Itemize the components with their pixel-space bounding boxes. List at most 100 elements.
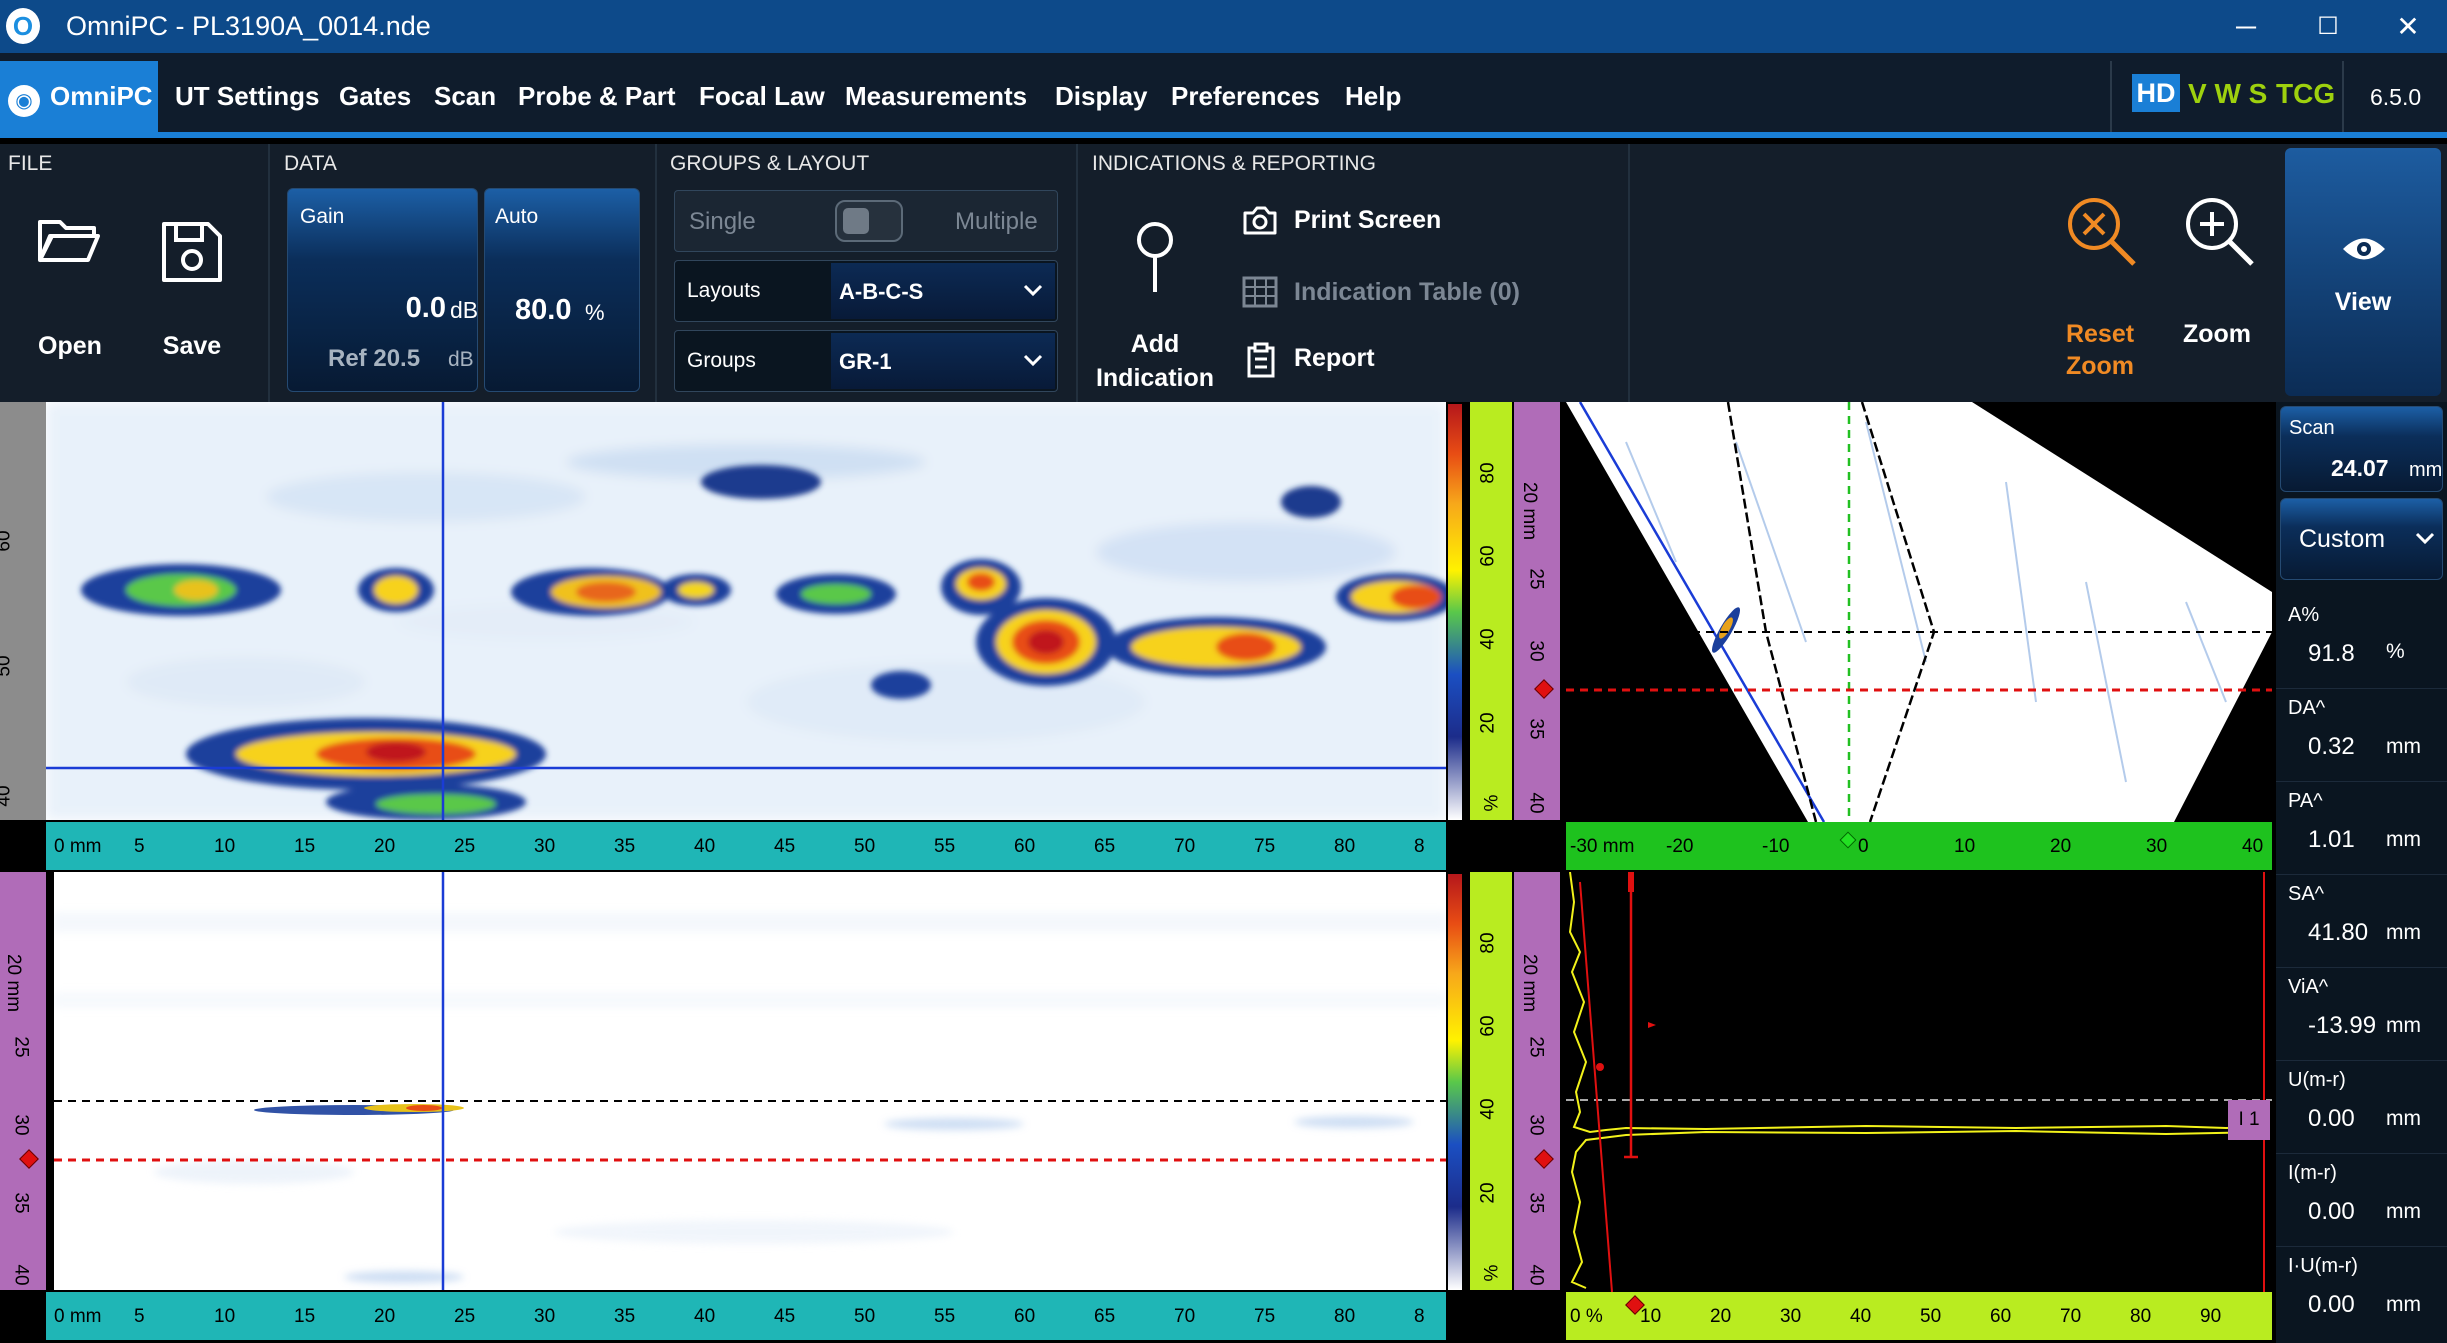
amplitude-color-scale: [1448, 404, 1462, 820]
indication-table-label: Indication Table (0): [1294, 278, 1520, 306]
ascan-view[interactable]: [1566, 872, 2272, 1292]
scan-axis-tick: 50: [854, 1306, 876, 1327]
depth-tick: 40: [1525, 1264, 1547, 1286]
version-label: 6.5.0: [2370, 84, 2422, 110]
readout-divider: [2276, 1246, 2447, 1247]
scan-axis-tick: 80: [1334, 836, 1356, 857]
chevron-down-icon: [1023, 354, 1043, 367]
gain-card[interactable]: Gain 0.0 dB Ref 20.5 dB: [287, 188, 478, 392]
cscan-index-ruler[interactable]: [0, 402, 46, 820]
amplitude-axis-tick: 20: [1710, 1306, 1732, 1327]
chevron-down-icon: [1023, 284, 1043, 297]
readout-mode-select[interactable]: Custom: [2280, 498, 2443, 580]
reset-zoom-button[interactable]: Reset Zoom: [2052, 190, 2148, 390]
ribbon-separator: [1628, 144, 1630, 402]
save-icon: [162, 222, 222, 282]
amplitude-axis-ruler[interactable]: 0 % 10 20 30 40 50 60 70 80 90: [1566, 1292, 2272, 1340]
single-multiple-toggle[interactable]: Single Multiple: [674, 190, 1058, 252]
camera-icon: [1243, 206, 1277, 235]
menu-help[interactable]: Help: [1345, 81, 1401, 112]
menu-gates[interactable]: Gates: [339, 81, 411, 112]
menu-probe-part[interactable]: Probe & Part: [518, 81, 676, 112]
readout-unit-iu: mm: [2386, 1293, 2421, 1316]
close-button[interactable]: ✕: [2378, 8, 2438, 46]
view-label: View: [2334, 288, 2392, 316]
groups-value-box: GR-1: [831, 333, 1055, 389]
add-indication-button[interactable]: Add Indication: [1090, 210, 1220, 400]
cscan-index-tick: 40: [0, 785, 15, 807]
menu-measurements[interactable]: Measurements: [845, 81, 1027, 112]
readout-mode-value: Custom: [2299, 525, 2386, 553]
layouts-label: Layouts: [687, 279, 761, 302]
zoom-button[interactable]: Zoom: [2172, 190, 2262, 360]
print-screen-button[interactable]: Print Screen: [1240, 200, 1480, 244]
scan-axis-tick: 10: [214, 836, 236, 857]
bscan-depth-ruler[interactable]: [0, 872, 46, 1290]
scan-axis-tick: 75: [1254, 1306, 1276, 1327]
scan-axis-tick: 40: [694, 1306, 716, 1327]
eye-icon: [2343, 238, 2385, 260]
scan-axis-ruler[interactable]: 0 mm 5 10 15 20 25 30 35 40 45 50 55 60 65 70 75 80 8: [46, 1292, 1446, 1340]
minimize-button[interactable]: ─: [2216, 8, 2276, 46]
readout-unit-a: %: [2386, 640, 2405, 663]
amp-tick: 40: [1477, 628, 1499, 650]
zoom-in-icon: [2186, 198, 2254, 266]
auto-gain-card[interactable]: Auto 80.0 %: [484, 188, 640, 392]
menu-bar: ◉ OmniPC UT Settings Gates Scan Probe & …: [0, 53, 2447, 138]
scan-axis-tick: 45: [774, 836, 796, 857]
menu-scan[interactable]: Scan: [434, 81, 496, 112]
amp-tick: 80: [1477, 932, 1499, 954]
amp-tick: 40: [1477, 1098, 1499, 1120]
ribbon-separator: [655, 144, 657, 402]
scan-axis-ruler[interactable]: 0 mm 5 10 15 20 25 30 35 40 45 50 55 60 65 70 75 80 8: [46, 822, 1446, 870]
readout-divider: [2276, 781, 2447, 782]
scan-position-card[interactable]: Scan 24.07 mm: [2280, 406, 2443, 492]
scan-axis-tick: 75: [1254, 836, 1276, 857]
scan-axis-tick: 60: [1014, 1306, 1036, 1327]
depth-ruler[interactable]: [1514, 872, 1560, 1290]
index-axis-tick: -30 mm: [1570, 836, 1635, 857]
index-axis-ruler[interactable]: -30 mm -20 -10 0 10 20 30 40: [1566, 822, 2272, 870]
groups-label: Groups: [687, 349, 756, 372]
menu-ut-settings[interactable]: UT Settings: [175, 81, 319, 112]
layouts-select[interactable]: Layouts A-B-C-S: [674, 260, 1058, 322]
amplitude-axis-tick: 10: [1640, 1306, 1662, 1327]
scan-axis-tick: 55: [934, 1306, 956, 1327]
open-button[interactable]: Open: [30, 210, 110, 370]
indication-table-button[interactable]: Indication Table (0): [1240, 270, 1540, 314]
save-button[interactable]: Save: [152, 210, 232, 370]
maximize-button[interactable]: ☐: [2298, 8, 2358, 46]
amplitude-axis-tick: 90: [2200, 1306, 2222, 1327]
menu-display[interactable]: Display: [1055, 81, 1148, 112]
scan-unit: mm: [2409, 459, 2443, 481]
depth-tick: 20 mm: [1519, 481, 1541, 541]
ribbon-separator: [268, 144, 270, 402]
auto-label: Auto: [495, 205, 539, 228]
depth-tick: 40: [1525, 792, 1547, 814]
report-button[interactable]: Report: [1240, 338, 1440, 382]
file-section-title: FILE: [8, 152, 53, 175]
groups-select[interactable]: Groups GR-1: [674, 330, 1058, 392]
readout-divider: [2276, 1153, 2447, 1154]
menu-focal-law[interactable]: Focal Law: [699, 81, 825, 112]
depth-ruler[interactable]: [1514, 402, 1560, 820]
menu-omnipc[interactable]: ◉ OmniPC: [0, 61, 158, 132]
bscan-view[interactable]: [54, 872, 1446, 1290]
ref-gain-label: Ref 20.5: [328, 345, 421, 372]
toggle-switch[interactable]: [835, 200, 903, 242]
index-axis-tick: 0: [1858, 836, 1869, 857]
readout-unit-u: mm: [2386, 1107, 2421, 1130]
view-button[interactable]: View: [2285, 148, 2441, 396]
cscan-view[interactable]: [46, 402, 1446, 820]
print-screen-label: Print Screen: [1294, 206, 1442, 234]
readout-label-sa: SA^: [2288, 883, 2325, 905]
readout-value-sa: 41.80: [2308, 919, 2369, 946]
menu-preferences[interactable]: Preferences: [1171, 81, 1320, 112]
sscan-view[interactable]: [1566, 402, 2272, 822]
bscan-depth-tick: 40: [10, 1264, 32, 1286]
window-title: OmniPC - PL3190A_0014.nde: [66, 11, 431, 41]
scan-axis-tick: 10: [214, 1306, 236, 1327]
readout-value-a: 91.8: [2308, 640, 2355, 667]
scan-axis-tick: 0 mm: [54, 836, 102, 857]
data-section-title: DATA: [284, 152, 337, 175]
